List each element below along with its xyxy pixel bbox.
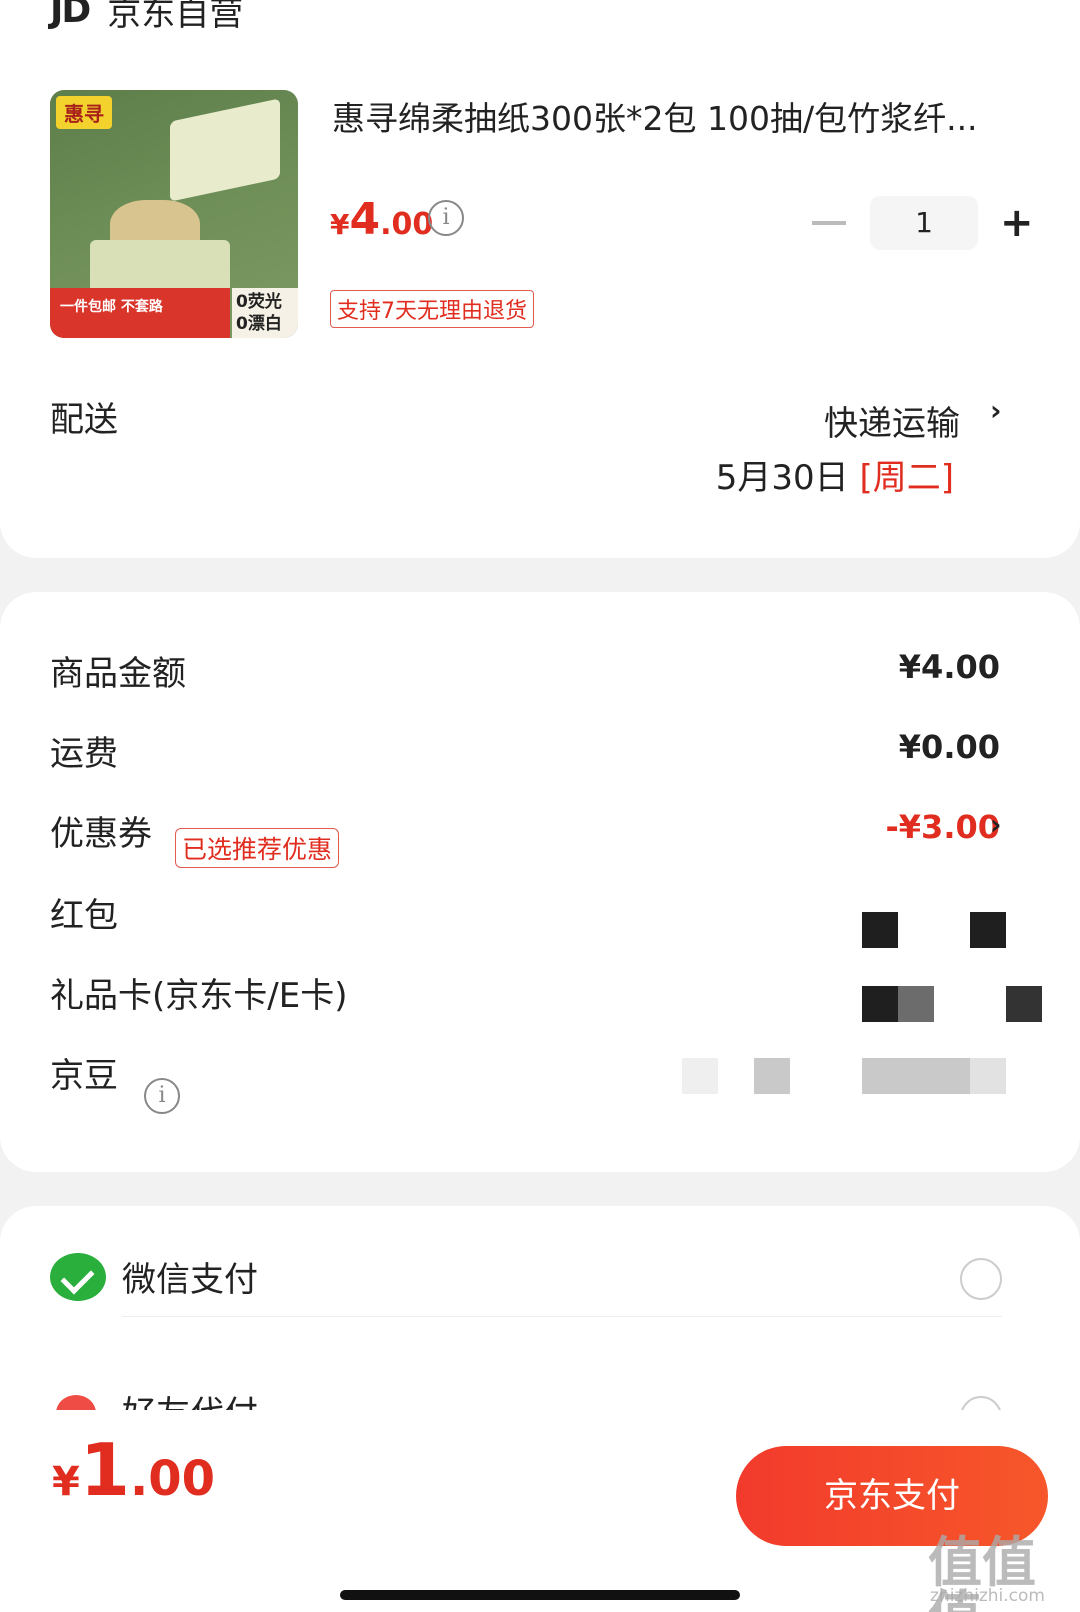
price-decimal: .00 [380, 207, 434, 242]
coupon-label: 优惠券 [50, 814, 152, 854]
shop-header[interactable]: JD 京东自营 [50, 0, 244, 34]
shipping-fee-label: 运费 [50, 734, 118, 774]
delivery-date[interactable]: 5月30日 [周二] [716, 450, 954, 499]
watermark-url: zhizhizhi.com [930, 1586, 1045, 1606]
product-box-shape [170, 98, 280, 202]
decrease-quantity-button[interactable] [812, 221, 846, 225]
shipping-fee-value: ¥0.00 [898, 728, 1000, 766]
jingdou-masked-value [970, 1058, 1006, 1094]
wechat-pay-label: 微信支付 [122, 1260, 258, 1300]
delivery-date-text: 5月30日 [715, 458, 849, 498]
goods-amount-value: ¥4.00 [898, 648, 1000, 686]
price-currency: ¥ [330, 208, 350, 241]
delivery-chevron-icon[interactable]: › [990, 394, 1002, 427]
return-policy-tag: 支持7天无理由退货 [330, 290, 534, 328]
product-image[interactable]: 惠寻 一件包邮 不套路 0荧光 0漂白 [50, 90, 298, 338]
jingdou-masked-value [682, 1058, 718, 1094]
jingdou-info-icon[interactable]: i [144, 1078, 180, 1114]
wechat-pay-icon [50, 1252, 106, 1301]
coupon-chevron-icon[interactable]: › [990, 808, 1002, 841]
product-title[interactable]: 惠寻绵柔抽纸300张*2包 100抽/包竹浆纤... [332, 92, 1022, 140]
order-item-card: JD 京东自营 惠寻 一件包邮 不套路 0荧光 0漂白 惠寻绵柔抽纸300张*2… [0, 0, 1080, 558]
increase-quantity-button[interactable]: + [1000, 203, 1034, 243]
product-price: ¥ 4 .00 [330, 194, 433, 245]
product-image-badge: 0荧光 0漂白 [232, 288, 298, 338]
jd-logo-icon: JD [50, 0, 91, 31]
jingdou-masked-value[interactable] [862, 1058, 970, 1094]
jingdou-masked-value [754, 1058, 790, 1094]
quantity-value[interactable]: 1 [870, 196, 978, 250]
promo-strip-text: 一件包邮 不套路 [60, 299, 163, 315]
shop-name: 京东自营 [107, 0, 244, 34]
goods-amount-label: 商品金额 [50, 654, 186, 694]
red-packet-label: 红包 [50, 896, 118, 936]
delivery-method[interactable]: 快递运输 [824, 396, 960, 445]
jingdou-label: 京豆 [50, 1056, 118, 1096]
product-image-brand-tag: 惠寻 [56, 96, 112, 129]
quantity-stepper: 1 + [812, 196, 1034, 250]
total-currency: ¥ [52, 1459, 80, 1505]
delivery-weekday: [周二] [859, 458, 954, 498]
total-integer: 1 [79, 1428, 130, 1512]
gift-card-label: 礼品卡(京东卡/E卡) [50, 976, 348, 1016]
coupon-value[interactable]: -¥3.00 [886, 808, 1001, 846]
home-indicator[interactable] [340, 1590, 740, 1600]
wechat-pay-radio[interactable] [960, 1258, 1002, 1300]
price-integer: 4 [349, 194, 381, 245]
payment-divider [122, 1316, 1002, 1317]
total-price: ¥ 1 .00 [52, 1428, 215, 1512]
gift-card-masked-value[interactable] [862, 986, 898, 1022]
red-packet-masked-value[interactable] [862, 912, 898, 948]
price-info-icon[interactable]: i [428, 200, 464, 236]
payment-option-wechat[interactable]: 微信支付 [50, 1252, 258, 1301]
delivery-label: 配送 [50, 400, 118, 440]
red-packet-masked-value [970, 912, 1006, 948]
gift-card-masked-value [1006, 986, 1042, 1022]
gift-card-masked-value [898, 986, 934, 1022]
total-decimal: .00 [129, 1451, 215, 1507]
coupon-recommend-tag[interactable]: 已选推荐优惠 [175, 828, 340, 868]
